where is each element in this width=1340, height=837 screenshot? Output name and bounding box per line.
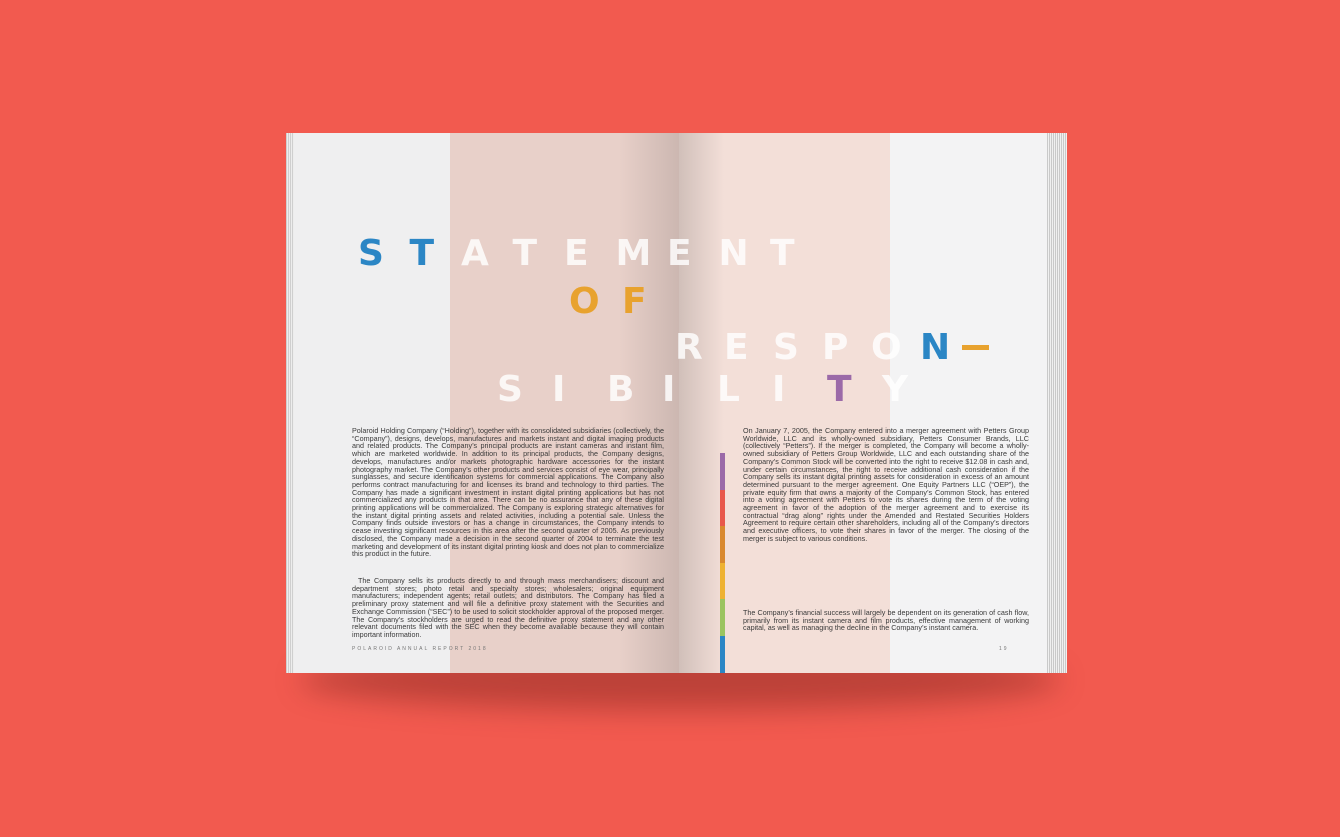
page-number: 19 [999,646,1009,652]
right-page: On January 7, 2005, the Company entered … [679,133,1047,673]
left-paragraph-2: The Company sells its products directly … [352,576,664,639]
page-edges-left [286,133,294,673]
left-page: Polaroid Holding Company (“Holding”), to… [294,133,679,673]
right-paragraph-1: On January 7, 2005, the Company entered … [743,426,1029,543]
left-paragraph-1: Polaroid Holding Company (“Holding”), to… [352,426,664,559]
right-paragraph-2: The Company’s financial success will lar… [743,608,1029,633]
open-magazine: Polaroid Holding Company (“Holding”), to… [286,133,1067,673]
footer-report-label: POLAROID ANNUAL REPORT 2018 [352,646,488,652]
page-edges-right [1047,133,1067,673]
